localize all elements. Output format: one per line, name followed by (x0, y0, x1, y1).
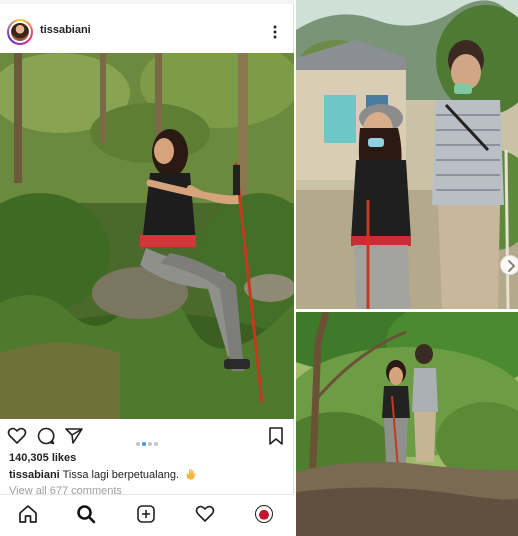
photo-two-hikers (296, 0, 518, 309)
add-post-icon[interactable] (136, 504, 156, 524)
caption: tissabiani Tissa lagi berpetualang. (9, 468, 197, 481)
chevron-right-icon[interactable] (500, 255, 518, 275)
paper-plane-icon[interactable] (64, 426, 84, 446)
photo-forest-rock (296, 312, 518, 536)
post-actions (0, 423, 294, 449)
bottom-nav (0, 494, 294, 536)
profile-avatar[interactable] (255, 505, 273, 523)
post-photo[interactable] (0, 53, 294, 419)
home-icon[interactable] (18, 504, 38, 524)
instagram-post: tissabiani 140,305 likes tissabiani Tiss… (0, 0, 294, 536)
bookmark-icon[interactable] (266, 426, 286, 446)
search-icon[interactable] (76, 504, 96, 524)
hand-emoji-icon (186, 468, 196, 480)
username[interactable]: tissabiani (40, 24, 91, 36)
activity-heart-icon[interactable] (195, 504, 215, 524)
status-strip (0, 0, 294, 4)
more-options-icon[interactable] (268, 24, 282, 40)
heart-icon[interactable] (7, 426, 27, 446)
carousel-indicator (136, 433, 160, 446)
comment-icon[interactable] (36, 426, 56, 446)
caption-text: Tissa lagi berpetualang. (62, 469, 179, 481)
avatar[interactable] (7, 19, 33, 45)
likes-count[interactable]: 140,305 likes (9, 452, 76, 464)
post-header: tissabiani (0, 10, 294, 52)
caption-username[interactable]: tissabiani (9, 469, 60, 481)
